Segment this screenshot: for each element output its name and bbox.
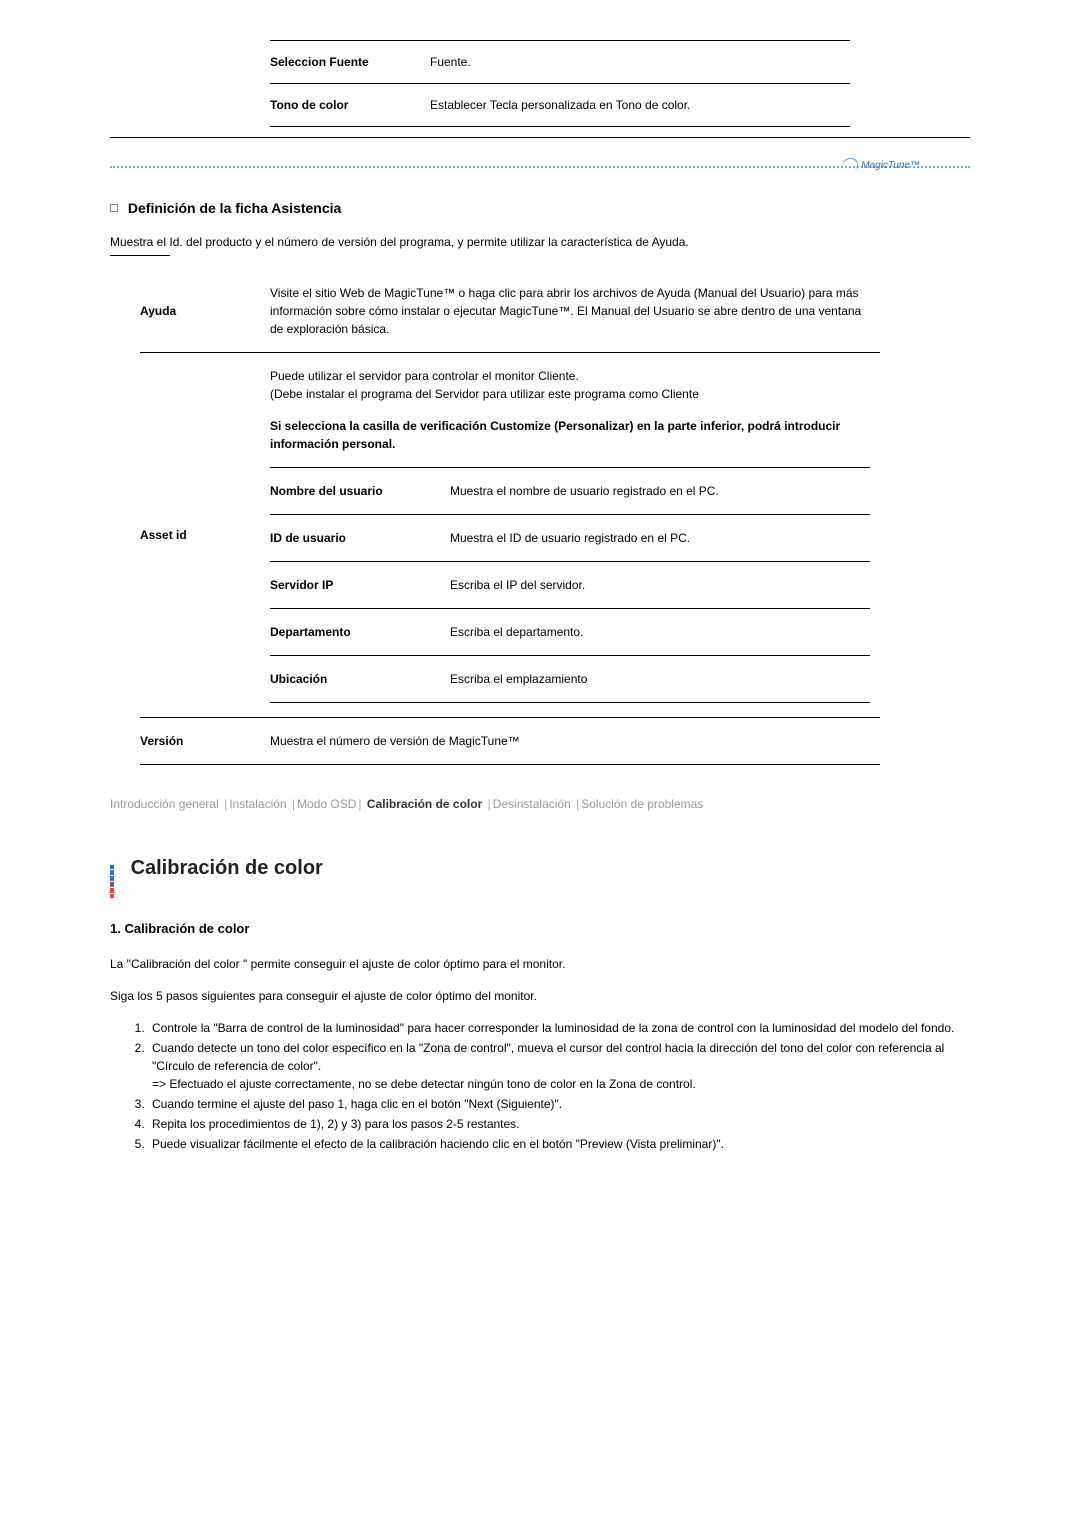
inner-label: Servidor IP xyxy=(270,562,450,609)
short-underline xyxy=(110,255,170,256)
paragraph: Siga los 5 pasos siguientes para consegu… xyxy=(110,987,970,1005)
step-item: Repita los procedimientos de 1), 2) y 3)… xyxy=(148,1115,970,1133)
dotted-divider: MagicTune™ xyxy=(110,166,970,168)
section-title-text: Definición de la ficha Asistencia xyxy=(128,200,341,216)
pipe-separator: | xyxy=(358,797,361,811)
step-item: Cuando termine el ajuste del paso 1, hag… xyxy=(148,1095,970,1113)
version-label: Versión xyxy=(140,718,270,765)
nav-link[interactable]: Introducción general xyxy=(110,797,219,811)
divider xyxy=(110,137,970,138)
nav-link[interactable]: Modo OSD xyxy=(297,797,356,811)
nav-link[interactable]: Solución de problemas xyxy=(581,797,703,811)
step-item: Cuando detecte un tono del color específ… xyxy=(148,1039,970,1093)
logo-text: MagicTune xyxy=(861,160,910,171)
inner-desc: Escriba el IP del servidor. xyxy=(450,562,870,609)
page-title-text: Calibración de color xyxy=(131,857,323,879)
ayuda-label: Ayuda xyxy=(140,270,270,353)
inner-desc: Escriba el emplazamiento xyxy=(450,656,870,703)
asset-inner-table: Nombre del usuario Muestra el nombre de … xyxy=(270,467,870,703)
inner-label: ID de usuario xyxy=(270,515,450,562)
inner-desc: Escriba el departamento. xyxy=(450,609,870,656)
pipe-separator: | xyxy=(224,797,227,811)
magictune-logo: MagicTune™ xyxy=(842,158,920,173)
ayuda-desc: Visite el sitio Web de MagicTune™ o haga… xyxy=(270,270,880,353)
row-desc: Fuente. xyxy=(430,41,850,84)
dots-grid-icon xyxy=(110,864,115,874)
breadcrumb-nav: Introducción general |Instalación |Modo … xyxy=(110,795,970,813)
inner-label: Ubicación xyxy=(270,656,450,703)
row-label: Seleccion Fuente xyxy=(270,41,430,84)
asset-cell: Puede utilizar el servidor para controla… xyxy=(270,353,880,718)
bullet-icon xyxy=(110,204,118,212)
step-item: Puede visualizar fácilmente el efecto de… xyxy=(148,1135,970,1153)
help-table: Ayuda Visite el sitio Web de MagicTune™ … xyxy=(140,270,880,765)
step-item: Controle la "Barra de control de la lumi… xyxy=(148,1019,970,1037)
inner-desc: Muestra el nombre de usuario registrado … xyxy=(450,468,870,515)
paragraph: La "Calibración del color " permite cons… xyxy=(110,955,970,973)
section-intro: Muestra el Id. del producto y el número … xyxy=(110,233,970,251)
pipe-separator: | xyxy=(488,797,491,811)
inner-label: Departamento xyxy=(270,609,450,656)
nav-link[interactable]: Instalación xyxy=(229,797,286,811)
pipe-separator: | xyxy=(292,797,295,811)
row-desc: Establecer Tecla personalizada en Tono d… xyxy=(430,84,850,127)
inner-desc: Muestra el ID de usuario registrado en e… xyxy=(450,515,870,562)
steps-list: Controle la "Barra de control de la lumi… xyxy=(138,1019,970,1153)
version-desc: Muestra el número de versión de MagicTun… xyxy=(270,718,880,765)
asset-desc1: Puede utilizar el servidor para controla… xyxy=(270,367,870,403)
pipe-separator: | xyxy=(576,797,579,811)
section-heading: Definición de la ficha Asistencia xyxy=(110,198,970,219)
nav-link[interactable]: Desinstalación xyxy=(493,797,571,811)
top-settings-table: Seleccion Fuente Fuente. Tono de color E… xyxy=(270,40,850,127)
asset-desc2: Si selecciona la casilla de verificación… xyxy=(270,417,870,453)
sub-heading: 1. Calibración de color xyxy=(110,919,970,939)
asset-label: Asset id xyxy=(140,353,270,718)
row-label: Tono de color xyxy=(270,84,430,127)
inner-label: Nombre del usuario xyxy=(270,468,450,515)
page-title: Calibración de color xyxy=(110,853,970,883)
nav-link-current[interactable]: Calibración de color xyxy=(367,797,482,811)
swoosh-icon xyxy=(841,156,861,175)
